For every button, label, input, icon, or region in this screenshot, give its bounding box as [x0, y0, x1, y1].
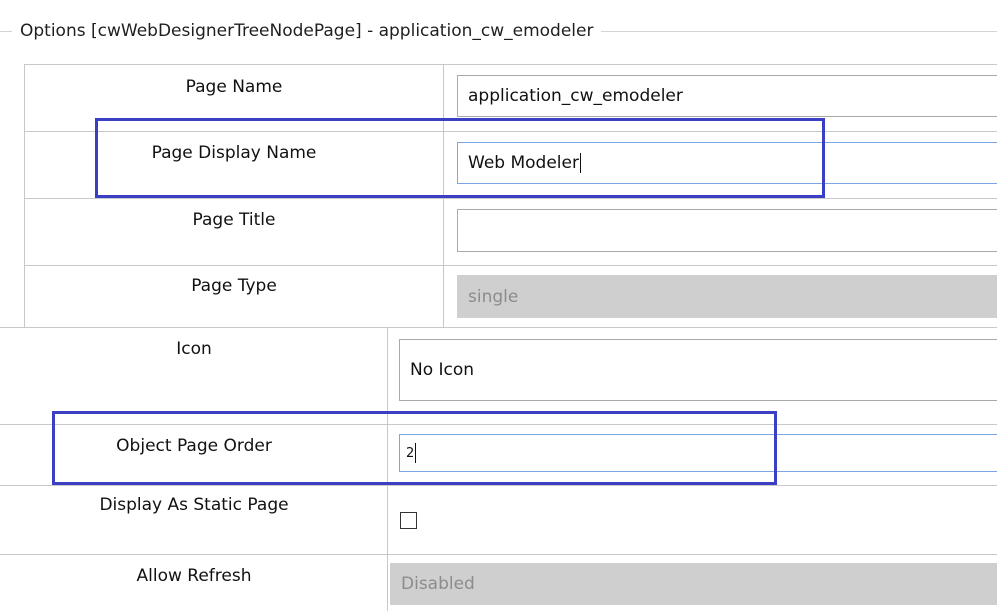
icon-select[interactable]: No Icon	[399, 339, 997, 401]
display-as-static-page-checkbox[interactable]	[400, 512, 417, 529]
allow-refresh-label: Allow Refresh	[136, 566, 252, 586]
options-legend: Options [cwWebDesignerTreeNodePage] - ap…	[12, 18, 602, 44]
icon-label: Icon	[176, 339, 212, 359]
page-title-label: Page Title	[192, 210, 276, 230]
page-title-input[interactable]	[457, 209, 997, 252]
page-name-input[interactable]: application_cw_emodeler	[457, 75, 997, 117]
display-as-static-page-label: Display As Static Page	[99, 495, 289, 515]
page-name-label: Page Name	[185, 77, 283, 97]
page-type-label: Page Type	[191, 276, 277, 296]
highlight-box-page-display-name	[95, 118, 825, 198]
page-type-select: single	[457, 275, 997, 318]
allow-refresh-select: Disabled	[390, 563, 997, 605]
highlight-box-object-page-order	[52, 411, 777, 485]
